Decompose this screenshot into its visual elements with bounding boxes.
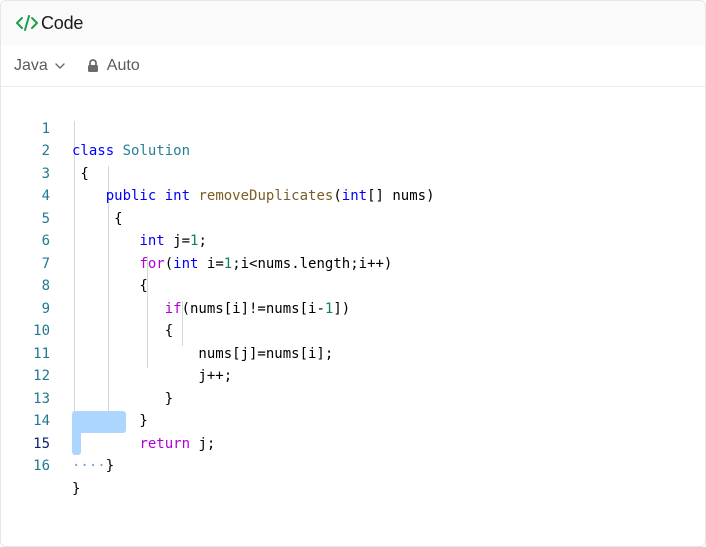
code-line[interactable]: 14 return j; — [1, 388, 705, 452]
language-label: Java — [14, 56, 48, 74]
editor-toolbar: Java Auto — [1, 45, 705, 87]
code-text: } — [72, 480, 81, 497]
code-line[interactable]: 5 int j=1; — [1, 185, 705, 250]
code-panel: Code Java Auto 1 class Solution 2 {3 pu… — [0, 0, 706, 547]
code-header: Code — [1, 1, 705, 45]
code-line[interactable]: 12 } — [1, 343, 705, 407]
code-line[interactable]: 10 nums[j]=nums[i]; — [1, 298, 705, 362]
code-line[interactable]: 9 { — [1, 275, 705, 340]
code-line[interactable]: 15 ····} — [1, 410, 705, 475]
lock-icon — [86, 58, 100, 74]
auto-mode[interactable]: Auto — [86, 57, 140, 75]
code-line[interactable]: 3 public int removeDuplicates(int[] nums… — [1, 140, 705, 205]
code-line[interactable]: 7 { — [1, 230, 705, 295]
code-line[interactable]: 6 for(int i=1;i<nums.length;i++) — [1, 208, 705, 272]
code-line[interactable]: 1 class Solution — [1, 95, 705, 160]
code-text: ····} — [72, 458, 115, 474]
code-line[interactable]: 16 } — [1, 433, 705, 497]
code-line[interactable]: 4 { — [1, 163, 705, 227]
code-editor[interactable]: 1 class Solution 2 { 3 public int remove… — [1, 95, 705, 497]
language-select[interactable]: Java — [14, 57, 66, 75]
code-line[interactable]: 2 { — [1, 118, 705, 182]
code-line[interactable]: 8 if(nums[i]!=nums[i-1]) — [1, 253, 705, 317]
code-line[interactable]: 11 j++; — [1, 320, 705, 385]
code-line[interactable]: 13 } — [1, 365, 705, 430]
chevron-down-icon — [54, 60, 66, 72]
auto-label: Auto — [106, 56, 140, 74]
line-number: 16 — [33, 458, 50, 474]
code-icon — [15, 13, 39, 33]
page-title: Code — [41, 12, 84, 33]
